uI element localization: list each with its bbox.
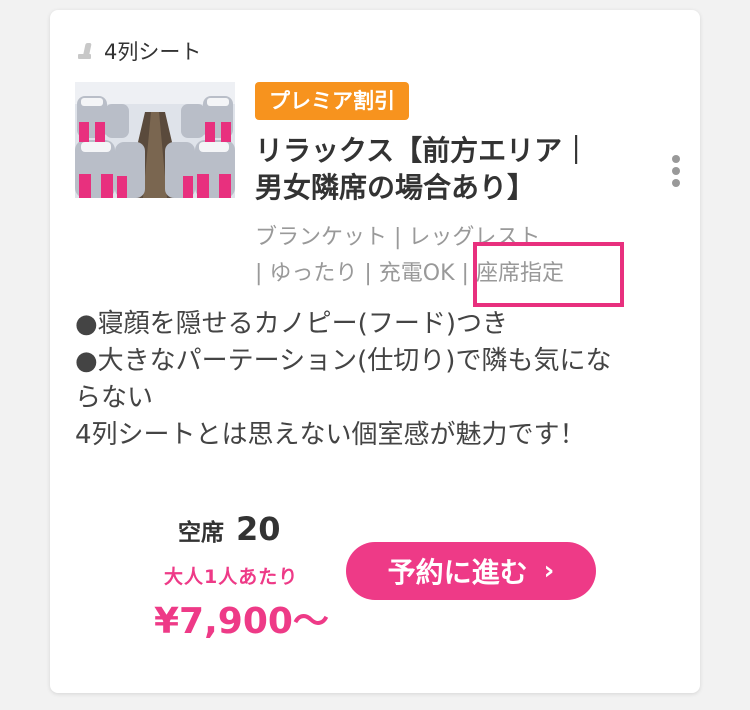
highlight-box [473, 242, 624, 307]
price-note: 大人1人あたり [164, 566, 299, 588]
more-dot [672, 167, 680, 175]
seat-type: 4列シート [78, 36, 201, 66]
seat-type-label: 4列シート [104, 40, 202, 64]
more-dot [672, 155, 680, 163]
chevron-right-icon: › [543, 556, 555, 586]
seat-icon [78, 43, 94, 59]
more-options-icon[interactable] [671, 155, 681, 187]
reserve-button-label: 予約に進む [387, 556, 528, 589]
reserve-button[interactable]: 予約に進む › [346, 542, 596, 600]
plan-title: リラックス【前方エリア｜ 男女隣席の場合あり】 [255, 134, 591, 204]
vacancy-count: 20 [236, 510, 281, 548]
plan-card: 4列シート プレミア割引 リラックス【前方エリア｜ 男女隣席の場合あり】 ブラン… [50, 10, 700, 693]
vacancy-label: 空席 [178, 520, 224, 546]
more-dot [672, 179, 680, 187]
bus-interior-photo[interactable] [75, 82, 235, 198]
discount-badge: プレミア割引 [255, 82, 409, 120]
plan-description: ●寝顔を隠せるカノピー(フード)つき ●大きなパーテーション(仕切り)で隣も気に… [75, 309, 612, 450]
price: ¥7,900～ [154, 601, 329, 642]
vacancy-info: 空席 20 [178, 510, 281, 548]
